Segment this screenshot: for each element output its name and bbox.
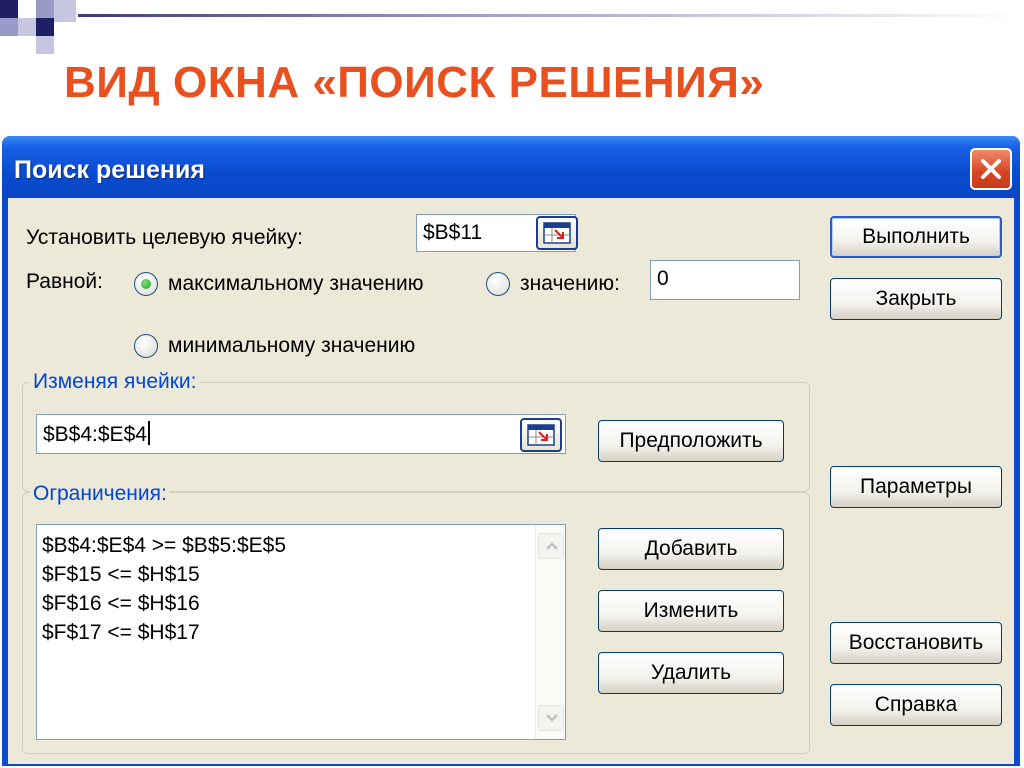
changing-cells-ref-button[interactable] xyxy=(520,418,562,452)
radio-max[interactable] xyxy=(134,272,158,296)
solve-button[interactable]: Выполнить xyxy=(830,216,1002,258)
collapse-dialog-icon xyxy=(527,424,555,446)
dialog-client-area: Установить целевую ячейку: $B$11 Равной:… xyxy=(8,198,1014,764)
constraint-item[interactable]: $B$4:$E$4 >= $B$5:$E$5 xyxy=(37,531,565,560)
dialog-title: Поиск решения xyxy=(14,156,205,184)
constraint-item[interactable]: $F$15 <= $H$15 xyxy=(37,560,565,589)
add-constraint-button[interactable]: Добавить xyxy=(598,528,784,570)
radio-value-label[interactable]: значению: xyxy=(520,272,620,296)
text-caret xyxy=(147,421,150,445)
radio-min[interactable] xyxy=(134,334,158,358)
close-button[interactable]: Закрыть xyxy=(830,278,1002,320)
radio-max-label[interactable]: максимальному значению xyxy=(168,272,424,296)
guess-button[interactable]: Предположить xyxy=(598,420,784,462)
radio-value-of[interactable] xyxy=(486,272,510,296)
constraints-scrollbar[interactable] xyxy=(535,525,565,739)
close-icon xyxy=(981,159,1001,179)
target-cell-ref-button[interactable] xyxy=(536,216,578,250)
delete-constraint-button[interactable]: Удалить xyxy=(598,652,784,694)
constraints-group-label: Ограничения: xyxy=(30,482,170,506)
scroll-down-button[interactable] xyxy=(538,705,564,731)
scroll-down-icon xyxy=(546,714,558,722)
equal-to-label: Равной: xyxy=(26,270,103,293)
options-button[interactable]: Параметры xyxy=(830,466,1002,508)
constraint-item[interactable]: $F$16 <= $H$16 xyxy=(37,589,565,618)
reset-all-button[interactable]: Восстановить xyxy=(830,622,1002,664)
slide-top-rule xyxy=(78,14,1024,17)
scroll-up-icon xyxy=(546,542,558,550)
dialog-title-bar[interactable]: Поиск решения xyxy=(2,136,1020,198)
solver-dialog: Поиск решения Установить целевую ячейку:… xyxy=(2,136,1020,766)
constraint-item[interactable]: $F$17 <= $H$17 xyxy=(37,618,565,647)
collapse-dialog-icon xyxy=(543,222,571,244)
changing-cells-input[interactable]: $B$4:$E$4 xyxy=(36,414,566,454)
scroll-up-button[interactable] xyxy=(538,533,564,559)
changing-cells-value: $B$4:$E$4 xyxy=(43,423,147,446)
close-window-button[interactable] xyxy=(970,148,1012,190)
radio-min-label[interactable]: минимальному значению xyxy=(168,334,415,358)
constraints-listbox[interactable]: $B$4:$E$4 >= $B$5:$E$5 $F$15 <= $H$15 $F… xyxy=(36,524,566,740)
change-constraint-button[interactable]: Изменить xyxy=(598,590,784,632)
changing-cells-group-label: Изменяя ячейки: xyxy=(30,370,200,394)
value-of-input[interactable]: 0 xyxy=(650,260,800,300)
help-button[interactable]: Справка xyxy=(830,684,1002,726)
slide-title: ВИД ОКНА «ПОИСК РЕШЕНИЯ» xyxy=(64,58,765,107)
target-cell-label: Установить целевую ячейку: xyxy=(26,226,304,249)
